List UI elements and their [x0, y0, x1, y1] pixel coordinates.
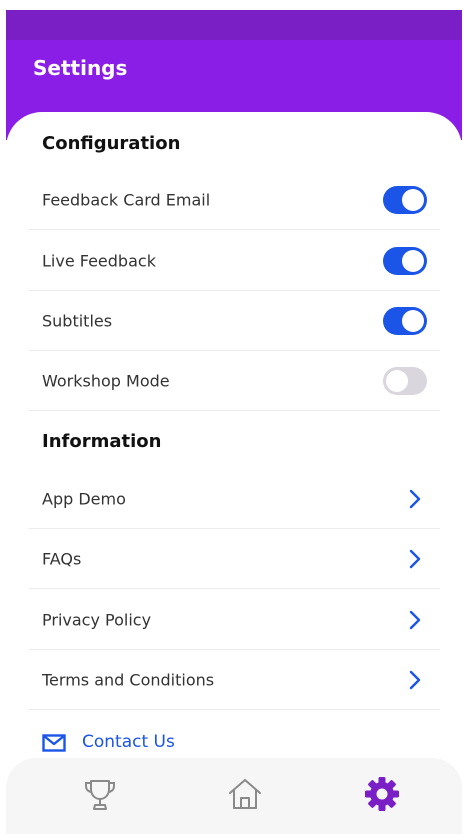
- toggle-knob: [402, 309, 424, 332]
- chevron-right-icon: [409, 670, 421, 689]
- setting-row-feedback-card-email: Feedback Card Email: [29, 170, 440, 230]
- setting-label: Workshop Mode: [42, 371, 170, 390]
- chevron-right-icon: [409, 610, 421, 629]
- contact-us-link[interactable]: Contact Us: [42, 726, 342, 762]
- setting-row-live-feedback: Live Feedback: [29, 231, 440, 291]
- information-section-title: Information: [42, 431, 162, 452]
- info-label: Privacy Policy: [42, 610, 152, 629]
- info-label: App Demo: [42, 489, 126, 508]
- setting-row-subtitles: Subtitles: [29, 291, 440, 351]
- toggle-knob: [386, 369, 408, 392]
- info-label: Terms and Conditions: [42, 670, 215, 689]
- setting-row-workshop-mode: Workshop Mode: [29, 351, 440, 411]
- chevron-right-icon: [409, 489, 421, 508]
- status-bar: [6, 10, 462, 40]
- info-label: FAQs: [42, 549, 82, 568]
- subtitles-toggle[interactable]: [383, 306, 427, 335]
- nav-trophy-button[interactable]: [80, 774, 120, 814]
- workshop-mode-toggle[interactable]: [383, 366, 427, 395]
- setting-label: Live Feedback: [42, 251, 156, 270]
- mail-icon: [42, 734, 66, 752]
- toggle-knob: [402, 249, 424, 272]
- info-row-app-demo[interactable]: App Demo: [29, 469, 440, 529]
- contact-us-label: Contact Us: [82, 732, 175, 752]
- nav-home-button[interactable]: [225, 774, 265, 814]
- live-feedback-toggle[interactable]: [383, 246, 427, 275]
- trophy-icon: [85, 780, 115, 810]
- configuration-section-title: Configuration: [42, 133, 181, 154]
- gear-icon: [365, 777, 399, 811]
- chevron-right-icon: [409, 549, 421, 568]
- nav-settings-button[interactable]: [362, 774, 402, 814]
- setting-label: Subtitles: [42, 311, 113, 330]
- home-icon: [229, 779, 261, 809]
- bottom-navigation: [6, 758, 462, 834]
- info-row-faqs[interactable]: FAQs: [29, 529, 440, 589]
- info-row-terms-and-conditions[interactable]: Terms and Conditions: [29, 650, 440, 710]
- toggle-knob: [402, 188, 424, 211]
- page-title: Settings: [33, 56, 128, 80]
- setting-label: Feedback Card Email: [42, 190, 211, 209]
- feedback-card-email-toggle[interactable]: [383, 185, 427, 214]
- info-row-privacy-policy[interactable]: Privacy Policy: [29, 590, 440, 650]
